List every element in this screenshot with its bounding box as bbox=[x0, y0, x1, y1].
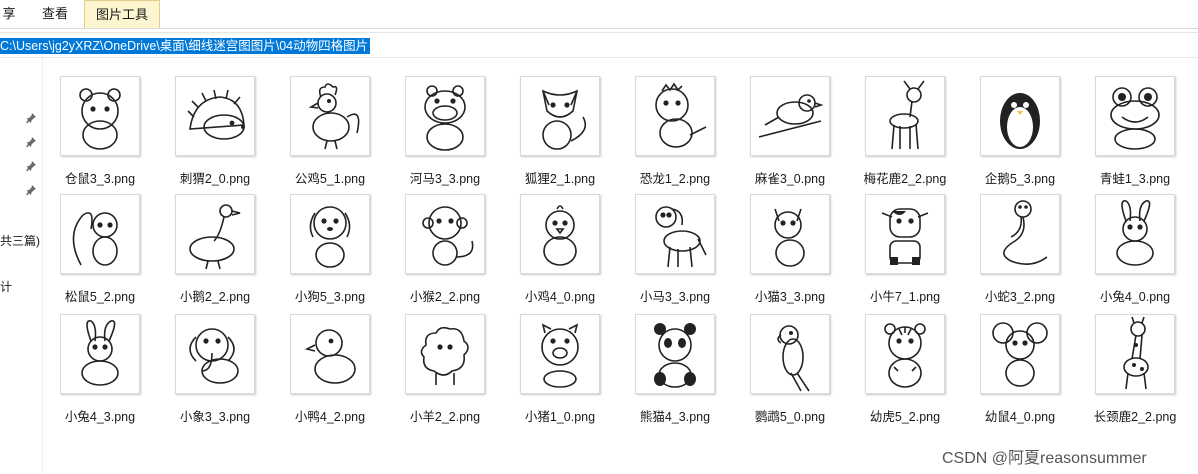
file-item[interactable]: 狐狸2_1.png bbox=[510, 76, 610, 186]
file-item[interactable]: 仓鼠3_3.png bbox=[50, 76, 150, 186]
file-item[interactable]: 刺猬2_0.png bbox=[165, 76, 265, 186]
kitten-icon bbox=[750, 194, 830, 274]
file-name: 小猪1_0.png bbox=[524, 410, 596, 424]
sparrow-icon bbox=[750, 76, 830, 156]
file-item[interactable]: 幼虎5_2.png bbox=[855, 314, 955, 424]
file-name: 幼虎5_2.png bbox=[869, 410, 941, 424]
file-name: 河马3_3.png bbox=[409, 172, 481, 186]
file-item[interactable]: 长颈鹿2_2.png bbox=[1085, 314, 1185, 424]
file-item[interactable]: 小羊2_2.png bbox=[395, 314, 495, 424]
file-item[interactable]: 小兔4_0.png bbox=[1085, 194, 1185, 304]
file-item[interactable]: 企鹅5_3.png bbox=[970, 76, 1070, 186]
rabbit-icon bbox=[60, 314, 140, 394]
file-item[interactable]: 小象3_3.png bbox=[165, 314, 265, 424]
lamb-icon bbox=[405, 314, 485, 394]
giraffe-icon bbox=[1095, 314, 1175, 394]
calf-icon bbox=[865, 194, 945, 274]
penguin-icon bbox=[980, 76, 1060, 156]
fox-icon bbox=[520, 76, 600, 156]
file-name: 小马3_3.png bbox=[639, 290, 711, 304]
snake-icon bbox=[980, 194, 1060, 274]
hamster-icon bbox=[60, 76, 140, 156]
file-name: 小鹅2_2.png bbox=[179, 290, 251, 304]
file-item[interactable]: 小猴2_2.png bbox=[395, 194, 495, 304]
puppy-icon bbox=[290, 194, 370, 274]
file-item[interactable]: 小鹅2_2.png bbox=[165, 194, 265, 304]
hippo-icon bbox=[405, 76, 485, 156]
file-name: 小猫3_3.png bbox=[754, 290, 826, 304]
file-item[interactable]: 小猫3_3.png bbox=[740, 194, 840, 304]
file-item[interactable]: 小鸭4_2.png bbox=[280, 314, 380, 424]
file-item[interactable]: 河马3_3.png bbox=[395, 76, 495, 186]
file-item[interactable]: 小鸡4_0.png bbox=[510, 194, 610, 304]
squirrel-icon bbox=[60, 194, 140, 274]
rabbit-icon bbox=[1095, 194, 1175, 274]
file-name: 麻雀3_0.png bbox=[754, 172, 826, 186]
tiger-cub-icon bbox=[865, 314, 945, 394]
duckling-icon bbox=[290, 314, 370, 394]
file-item[interactable]: 小狗5_3.png bbox=[280, 194, 380, 304]
parrot-icon bbox=[750, 314, 830, 394]
file-item[interactable]: 公鸡5_1.png bbox=[280, 76, 380, 186]
file-name: 小兔4_3.png bbox=[64, 410, 136, 424]
file-name: 梅花鹿2_2.png bbox=[863, 172, 947, 186]
file-name: 小狗5_3.png bbox=[294, 290, 366, 304]
file-item[interactable]: 梅花鹿2_2.png bbox=[855, 76, 955, 186]
file-name: 长颈鹿2_2.png bbox=[1093, 410, 1177, 424]
dinosaur-icon bbox=[635, 76, 715, 156]
file-item[interactable]: 熊猫4_3.png bbox=[625, 314, 725, 424]
file-name: 小羊2_2.png bbox=[409, 410, 481, 424]
piglet-icon bbox=[520, 314, 600, 394]
file-name: 松鼠5_2.png bbox=[64, 290, 136, 304]
file-name: 熊猫4_3.png bbox=[639, 410, 711, 424]
file-item[interactable]: 小马3_3.png bbox=[625, 194, 725, 304]
pony-icon bbox=[635, 194, 715, 274]
file-name: 小蛇3_2.png bbox=[984, 290, 1056, 304]
file-name: 恐龙1_2.png bbox=[639, 172, 711, 186]
file-name: 刺猬2_0.png bbox=[179, 172, 251, 186]
frog-icon bbox=[1095, 76, 1175, 156]
elephant-icon bbox=[175, 314, 255, 394]
chick-icon bbox=[520, 194, 600, 274]
file-name: 青蛙1_3.png bbox=[1099, 172, 1171, 186]
file-item[interactable]: 小牛7_1.png bbox=[855, 194, 955, 304]
file-name: 公鸡5_1.png bbox=[294, 172, 366, 186]
file-name: 小鸡4_0.png bbox=[524, 290, 596, 304]
monkey-icon bbox=[405, 194, 485, 274]
file-item[interactable]: 松鼠5_2.png bbox=[50, 194, 150, 304]
file-item[interactable]: 幼鼠4_0.png bbox=[970, 314, 1070, 424]
file-name: 小象3_3.png bbox=[179, 410, 251, 424]
file-item[interactable]: 恐龙1_2.png bbox=[625, 76, 725, 186]
watermark: CSDN @阿夏reasonsummer bbox=[942, 450, 1147, 467]
file-name: 狐狸2_1.png bbox=[524, 172, 596, 186]
file-item[interactable]: 麻雀3_0.png bbox=[740, 76, 840, 186]
file-item[interactable]: 鹦鹉5_0.png bbox=[740, 314, 840, 424]
file-name: 幼鼠4_0.png bbox=[984, 410, 1056, 424]
file-grid: 仓鼠3_3.png 刺猬2_0.png 公鸡5_1.png 河马3_3.png 狐狸2_… bbox=[0, 0, 1198, 474]
file-name: 鹦鹉5_0.png bbox=[754, 410, 826, 424]
file-name: 仓鼠3_3.png bbox=[64, 172, 136, 186]
file-item[interactable]: 青蛙1_3.png bbox=[1085, 76, 1185, 186]
file-name: 小牛7_1.png bbox=[869, 290, 941, 304]
mouse-icon bbox=[980, 314, 1060, 394]
file-name: 企鹅5_3.png bbox=[984, 172, 1056, 186]
file-name: 小兔4_0.png bbox=[1099, 290, 1171, 304]
hedgehog-icon bbox=[175, 76, 255, 156]
file-item[interactable]: 小猪1_0.png bbox=[510, 314, 610, 424]
file-item[interactable]: 小兔4_3.png bbox=[50, 314, 150, 424]
panda-icon bbox=[635, 314, 715, 394]
file-name: 小鸭4_2.png bbox=[294, 410, 366, 424]
deer-icon bbox=[865, 76, 945, 156]
goose-icon bbox=[175, 194, 255, 274]
file-name: 小猴2_2.png bbox=[409, 290, 481, 304]
file-item[interactable]: 小蛇3_2.png bbox=[970, 194, 1070, 304]
rooster-icon bbox=[290, 76, 370, 156]
